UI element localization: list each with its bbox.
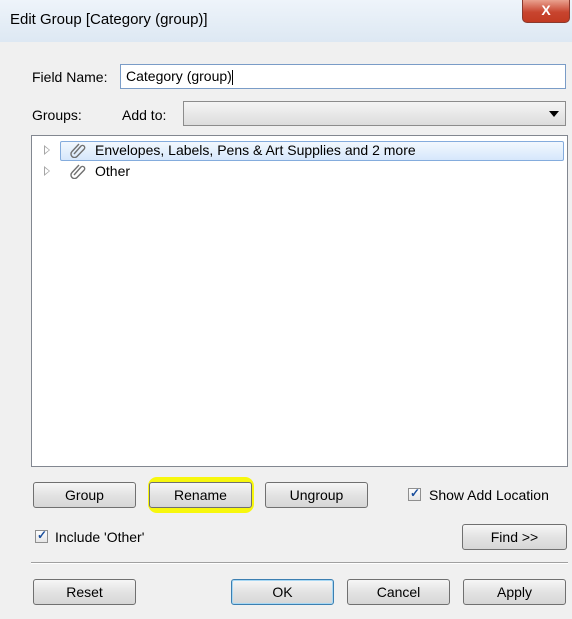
tree-item[interactable]: Other <box>32 161 565 181</box>
group-button[interactable]: Group <box>33 482 136 508</box>
include-other-label[interactable]: Include 'Other' <box>55 529 144 545</box>
find-button[interactable]: Find >> <box>462 524 567 550</box>
tree-item-label: Envelopes, Labels, Pens & Art Supplies a… <box>95 142 416 158</box>
checkmark-icon: ✓ <box>37 528 48 542</box>
field-name-label: Field Name: <box>32 69 108 85</box>
expand-arrow-icon[interactable] <box>44 145 50 155</box>
groups-label: Groups: <box>32 107 82 123</box>
show-add-location-checkbox[interactable]: ✓ <box>408 486 421 501</box>
paperclip-icon <box>70 164 86 179</box>
divider <box>31 562 568 564</box>
reset-button[interactable]: Reset <box>33 579 136 605</box>
apply-button[interactable]: Apply <box>463 579 566 605</box>
field-name-input[interactable]: Category (group) <box>120 64 566 89</box>
group-tree[interactable]: Envelopes, Labels, Pens & Art Supplies a… <box>31 135 568 467</box>
field-name-value: Category (group) <box>126 68 232 84</box>
include-other-checkbox[interactable]: ✓ <box>35 528 48 543</box>
dialog-title: Edit Group [Category (group)] <box>10 11 208 28</box>
text-caret <box>231 69 233 85</box>
ungroup-button[interactable]: Ungroup <box>265 482 368 508</box>
rename-button[interactable]: Rename <box>149 482 252 508</box>
chevron-down-icon[interactable] <box>549 111 559 117</box>
add-to-label: Add to: <box>122 107 167 123</box>
cancel-button[interactable]: Cancel <box>347 579 450 605</box>
close-button[interactable]: X <box>522 0 570 23</box>
edit-group-dialog: Edit Group [Category (group)] X Field Na… <box>0 0 572 619</box>
ok-button[interactable]: OK <box>231 579 334 605</box>
close-icon: X <box>541 2 551 18</box>
tree-item[interactable]: Envelopes, Labels, Pens & Art Supplies a… <box>32 140 565 161</box>
show-add-location-label[interactable]: Show Add Location <box>429 487 549 503</box>
tree-item-label: Other <box>95 163 131 179</box>
checkmark-icon: ✓ <box>410 486 421 500</box>
title-bar: Edit Group [Category (group)] X <box>0 0 572 42</box>
add-to-dropdown[interactable] <box>183 101 566 126</box>
paperclip-icon <box>70 143 86 158</box>
expand-arrow-icon[interactable] <box>44 166 50 176</box>
